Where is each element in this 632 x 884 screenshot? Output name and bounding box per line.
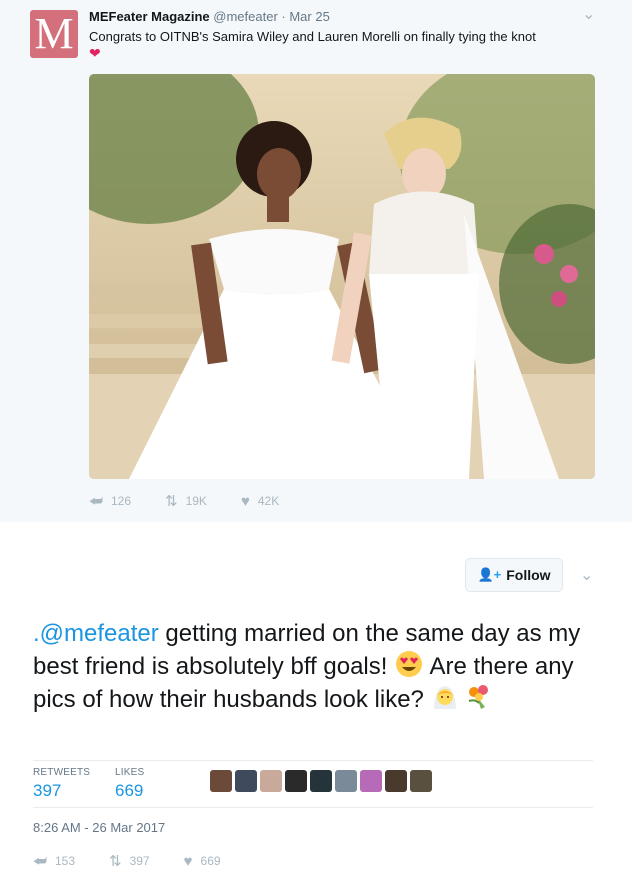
- add-user-icon: 👤+: [477, 567, 502, 582]
- tweet-actions: ⮨ 153 ⇅ 397 ♥ 669: [33, 852, 255, 871]
- heart-icon: ♥: [183, 852, 193, 870]
- likes-stat[interactable]: LIKES 669: [115, 767, 144, 801]
- like-button[interactable]: ♥ 669: [184, 853, 221, 870]
- likes-label: LIKES: [115, 767, 145, 778]
- quoted-tweet-actions: ⮨ 126 ⇅ 19K ♥ 42K: [89, 492, 313, 511]
- heart-icon: ♥: [240, 492, 250, 510]
- heart-eyes-emoji-icon: [396, 651, 423, 677]
- tweet-text: .@mefeater getting married on the same d…: [33, 618, 593, 716]
- retweet-button[interactable]: ⇅ 19K: [165, 492, 207, 510]
- author-handle[interactable]: @mefeater: [213, 9, 278, 24]
- liker-avatar[interactable]: [285, 770, 307, 792]
- author-name[interactable]: MEFeater Magazine: [89, 9, 210, 24]
- like-count: 669: [200, 854, 221, 868]
- tweet-text: Congrats to OITNB's Samira Wiley and Lau…: [89, 29, 536, 44]
- retweet-count: 19K: [185, 494, 207, 508]
- reply-count: 153: [54, 854, 75, 868]
- chevron-down-icon[interactable]: ⌄: [582, 4, 595, 24]
- retweets-stat[interactable]: RETWEETS 397: [33, 767, 90, 801]
- liker-avatar[interactable]: [410, 770, 432, 792]
- likes-count: 669: [115, 781, 144, 800]
- liker-avatar[interactable]: [310, 770, 332, 792]
- retweets-label: RETWEETS: [33, 767, 91, 778]
- reply-button[interactable]: ⮨ 153: [33, 853, 75, 870]
- heart-emoji-icon: ❤: [89, 45, 101, 61]
- chevron-down-icon[interactable]: ⌄: [580, 565, 593, 585]
- reply-icon: ⮨: [33, 852, 47, 870]
- tweet-photo[interactable]: [89, 74, 595, 479]
- liker-avatar[interactable]: [210, 770, 232, 792]
- liker-avatar[interactable]: [385, 770, 407, 792]
- liker-avatar[interactable]: [360, 770, 382, 792]
- liker-avatar[interactable]: [260, 770, 282, 792]
- retweet-count: 397: [129, 854, 150, 868]
- retweet-button[interactable]: ⇅ 397: [109, 852, 150, 870]
- like-count: 42K: [257, 494, 280, 508]
- quoted-tweet[interactable]: M MEFeater Magazine @mefeater · Mar 25 ⌄…: [0, 0, 632, 522]
- liker-avatars: [210, 770, 435, 792]
- retweets-count: 397: [33, 781, 62, 800]
- tweet-timestamp: 8:26 AM - 26 Mar 2017: [33, 820, 166, 835]
- tweet-header: MEFeater Magazine @mefeater · Mar 25: [89, 9, 330, 24]
- liker-avatar[interactable]: [235, 770, 257, 792]
- avatar[interactable]: M: [30, 10, 78, 58]
- bouquet-emoji-icon: [468, 685, 489, 709]
- reply-icon: ⮨: [89, 492, 103, 510]
- retweet-icon: ⇅: [165, 493, 178, 510]
- reply-button[interactable]: ⮨ 126: [89, 493, 131, 510]
- bride-emoji-icon: [433, 686, 456, 709]
- liker-avatar[interactable]: [335, 770, 357, 792]
- like-button[interactable]: ♥ 42K: [241, 493, 279, 510]
- retweet-icon: ⇅: [109, 853, 122, 870]
- follow-label: Follow: [506, 567, 551, 583]
- tweet-stats: RETWEETS 397 LIKES 669: [33, 760, 593, 808]
- reply-count: 126: [110, 494, 131, 508]
- mention-link[interactable]: .@mefeater: [33, 620, 159, 647]
- tweet-date[interactable]: · Mar 25: [281, 9, 329, 24]
- follow-button[interactable]: 👤+ Follow: [465, 558, 563, 592]
